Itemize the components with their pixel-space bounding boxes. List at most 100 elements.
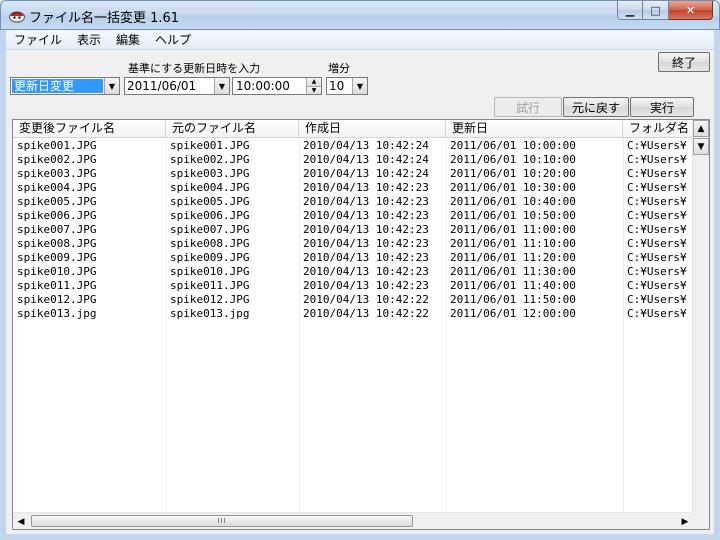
cell-created: 2010/04/13 10:42:23 (303, 209, 429, 222)
col-created[interactable]: 作成日 (299, 120, 446, 138)
cell-new-name: spike010.JPG (17, 265, 97, 278)
mode-dropdown-icon[interactable]: ▼ (104, 78, 119, 94)
scroll-grip-icon: III (217, 517, 227, 525)
table-row[interactable]: spike001.JPG spike001.JPG 2010/04/13 10:42… (13, 139, 703, 153)
cell-modified: 2011/06/01 10:50:00 (450, 209, 576, 222)
table-row[interactable]: spike002.JPG spike002.JPG 2010/04/13 10:42… (13, 153, 703, 167)
title-bar[interactable]: ファイル名一括変更 1.61 ▁ □ ✕ (0, 0, 720, 30)
scroll-down-icon[interactable]: ▼ (693, 138, 709, 155)
cell-folder: C:¥Users¥ (627, 153, 687, 166)
exit-button[interactable]: 終了 (658, 52, 710, 72)
close-button[interactable]: ✕ (669, 1, 713, 20)
maximize-button[interactable]: □ (643, 1, 669, 20)
cell-folder: C:¥Users¥ (627, 139, 687, 152)
scrollbar-corner (692, 512, 709, 529)
cell-created: 2010/04/13 10:42:23 (303, 195, 429, 208)
cell-folder: C:¥Users¥ (627, 293, 687, 306)
cell-modified: 2011/06/01 10:30:00 (450, 181, 576, 194)
cell-modified: 2011/06/01 11:00:00 (450, 223, 576, 236)
table-row[interactable]: spike009.JPG spike009.JPG 2010/04/13 10:42… (13, 251, 703, 265)
cell-modified: 2011/06/01 10:40:00 (450, 195, 576, 208)
cell-folder: C:¥Users¥ (627, 181, 687, 194)
table-row[interactable]: spike007.JPG spike007.JPG 2010/04/13 10:42… (13, 223, 703, 237)
cell-original-name: spike007.JPG (170, 223, 250, 236)
time-up-icon[interactable]: ▲ (307, 78, 321, 86)
table-row[interactable]: spike008.JPG spike008.JPG 2010/04/13 10:42… (13, 237, 703, 251)
increment-select[interactable]: 10 ▼ (326, 77, 368, 95)
mode-select-value: 更新日変更 (12, 79, 103, 93)
date-picker[interactable]: 2011/06/01 ▼ (124, 77, 230, 95)
cell-folder: C:¥Users¥ (627, 167, 687, 180)
mode-select[interactable]: 更新日変更 ▼ (10, 77, 120, 95)
increment-dropdown-icon[interactable]: ▼ (352, 78, 367, 94)
close-icon: ✕ (685, 3, 696, 17)
cell-original-name: spike009.JPG (170, 251, 250, 264)
table-row[interactable]: spike013.jpg spike013.jpg 2010/04/13 10:42… (13, 307, 703, 321)
cell-original-name: spike012.JPG (170, 293, 250, 306)
file-list[interactable]: 変更後ファイル名 元のファイル名 作成日 更新日 フォルダ名 spike001.… (12, 119, 710, 530)
scroll-right-icon[interactable]: ▶ (677, 513, 693, 529)
cell-new-name: spike013.jpg (17, 307, 97, 320)
cell-modified: 2011/06/01 10:00:00 (450, 139, 576, 152)
cell-created: 2010/04/13 10:42:23 (303, 223, 429, 236)
cell-folder: C:¥Users¥ (627, 209, 687, 222)
cell-original-name: spike006.JPG (170, 209, 250, 222)
cell-created: 2010/04/13 10:42:24 (303, 167, 429, 180)
horizontal-scrollbar[interactable]: ◀ III ▶ (13, 512, 694, 529)
cell-folder: C:¥Users¥ (627, 195, 687, 208)
date-dropdown-icon[interactable]: ▼ (214, 78, 229, 94)
table-row[interactable]: spike011.JPG spike011.JPG 2010/04/13 10:42… (13, 279, 703, 293)
cell-folder: C:¥Users¥ (627, 237, 687, 250)
table-row[interactable]: spike005.JPG spike005.JPG 2010/04/13 10:42… (13, 195, 703, 209)
execute-button[interactable]: 実行 (630, 97, 694, 117)
col-modified[interactable]: 更新日 (446, 120, 623, 138)
cell-folder: C:¥Users¥ (627, 223, 687, 236)
table-row[interactable]: spike006.JPG spike006.JPG 2010/04/13 10:42… (13, 209, 703, 223)
time-spinner-value: 10:00:00 (236, 79, 290, 93)
cell-folder: C:¥Users¥ (627, 307, 687, 320)
cell-modified: 2011/06/01 12:00:00 (450, 307, 576, 320)
cell-original-name: spike001.JPG (170, 139, 250, 152)
cell-new-name: spike009.JPG (17, 251, 97, 264)
cell-created: 2010/04/13 10:42:24 (303, 153, 429, 166)
menu-view[interactable]: 表示 (69, 31, 108, 48)
cell-created: 2010/04/13 10:42:24 (303, 139, 429, 152)
cell-new-name: spike008.JPG (17, 237, 97, 250)
cell-original-name: spike003.JPG (170, 167, 250, 180)
cell-modified: 2011/06/01 11:10:00 (450, 237, 576, 250)
time-spinner[interactable]: 10:00:00 ▲ ▼ (232, 77, 322, 95)
cell-modified: 2011/06/01 10:10:00 (450, 153, 576, 166)
menu-help[interactable]: ヘルプ (147, 31, 198, 48)
cell-created: 2010/04/13 10:42:23 (303, 251, 429, 264)
col-original-name[interactable]: 元のファイル名 (166, 120, 299, 138)
cell-folder: C:¥Users¥ (627, 251, 687, 264)
cell-new-name: spike006.JPG (17, 209, 97, 222)
cell-modified: 2011/06/01 11:40:00 (450, 279, 576, 292)
scroll-left-icon[interactable]: ◀ (13, 513, 29, 529)
cell-original-name: spike011.JPG (170, 279, 250, 292)
table-row[interactable]: spike010.JPG spike010.JPG 2010/04/13 10:42… (13, 265, 703, 279)
horizontal-scroll-thumb[interactable]: III (31, 515, 413, 527)
col-folder[interactable]: フォルダ名 (623, 120, 703, 138)
cell-created: 2010/04/13 10:42:23 (303, 181, 429, 194)
trial-button[interactable]: 試行 (494, 97, 562, 117)
cell-modified: 2011/06/01 11:20:00 (450, 251, 576, 264)
table-row[interactable]: spike012.JPG spike012.JPG 2010/04/13 10:42… (13, 293, 703, 307)
scroll-up-icon[interactable]: ▲ (693, 120, 709, 137)
revert-button[interactable]: 元に戻す (563, 97, 629, 117)
maximize-icon: □ (650, 3, 661, 17)
list-header: 変更後ファイル名 元のファイル名 作成日 更新日 フォルダ名 (13, 120, 703, 138)
menu-edit[interactable]: 編集 (108, 31, 147, 48)
increment-select-value: 10 (329, 79, 345, 93)
time-down-icon[interactable]: ▼ (307, 85, 321, 94)
menu-file[interactable]: ファイル (6, 31, 69, 48)
cell-new-name: spike011.JPG (17, 279, 97, 292)
minimize-button[interactable]: ▁ (617, 1, 643, 20)
window-title: ファイル名一括変更 1.61 (29, 11, 180, 26)
table-row[interactable]: spike004.JPG spike004.JPG 2010/04/13 10:42… (13, 181, 703, 195)
vertical-scrollbar[interactable]: ▲ ▼ (692, 120, 709, 514)
table-row[interactable]: spike003.JPG spike003.JPG 2010/04/13 10:42… (13, 167, 703, 181)
cell-folder: C:¥Users¥ (627, 279, 687, 292)
list-body: spike001.JPG spike001.JPG 2010/04/13 10:42… (13, 139, 703, 321)
col-new-name[interactable]: 変更後ファイル名 (13, 120, 166, 138)
